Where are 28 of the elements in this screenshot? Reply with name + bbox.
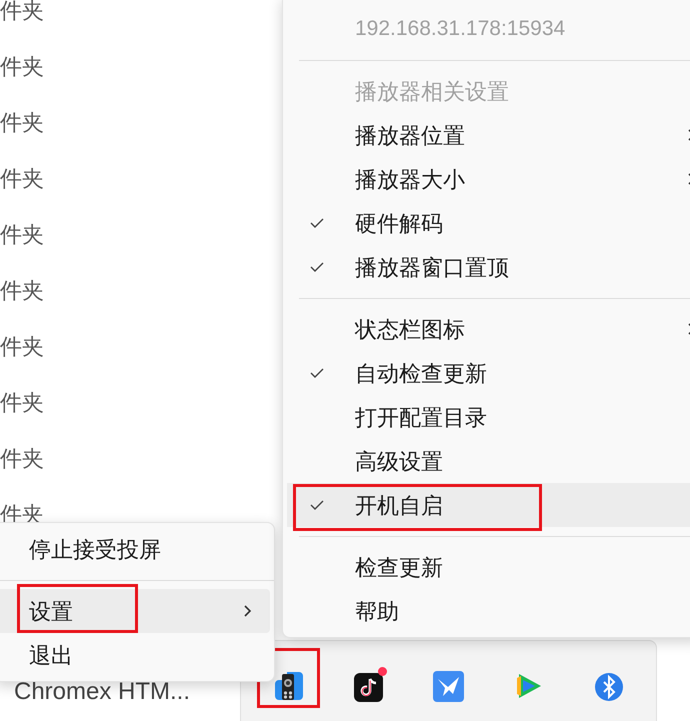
section-header: 播放器相关设置 — [355, 78, 509, 106]
menu-item[interactable]: 播放器位置 — [287, 113, 690, 157]
music-note-icon[interactable] — [352, 670, 384, 702]
menu-item[interactable]: 检查更新 — [287, 545, 690, 589]
folder-label: 件夹 — [0, 220, 44, 248]
folder-label: 件夹 — [0, 388, 44, 416]
bluetooth-icon[interactable] — [592, 670, 624, 702]
address-label: 192.168.31.178:15934 — [355, 16, 566, 42]
chevron-right-icon — [243, 604, 252, 618]
bird-icon[interactable] — [432, 670, 464, 702]
menu-item[interactable]: 状态栏图标 — [287, 307, 690, 351]
folder-label: 件夹 — [0, 332, 44, 360]
folder-label: 件夹 — [0, 276, 44, 304]
menu-item[interactable]: 播放器窗口置顶 — [287, 245, 690, 289]
folder-label: 件夹 — [0, 52, 44, 80]
menu-item[interactable]: 播放器大小 — [287, 157, 690, 201]
file-name: Chromex HTM... — [14, 677, 190, 707]
menu-item[interactable]: 打开配置目录 — [287, 395, 690, 439]
menu-item[interactable]: 退出 — [0, 633, 270, 677]
speaker-icon[interactable] — [272, 670, 304, 702]
menu-item[interactable]: 硬件解码 — [287, 201, 690, 245]
folder-label: 件夹 — [0, 164, 44, 192]
menu-item[interactable]: 自动检查更新 — [287, 351, 690, 395]
menu-item[interactable]: 帮助 — [287, 589, 690, 633]
folder-label: 件夹 — [0, 108, 44, 136]
menu-item[interactable]: 停止接受投屏 — [0, 527, 270, 571]
menu-item[interactable]: 高级设置 — [287, 439, 690, 483]
folder-label: 件夹 — [0, 444, 44, 472]
